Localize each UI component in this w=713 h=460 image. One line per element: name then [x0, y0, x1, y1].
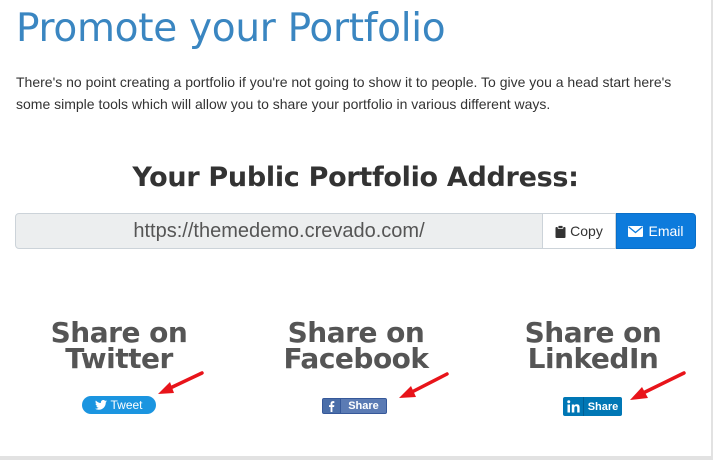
red-arrow-icon	[158, 371, 204, 394]
share-twitter-section: Share on Twitter	[1, 319, 237, 375]
facebook-share-label: Share	[341, 399, 386, 413]
portfolio-url-field[interactable]	[15, 213, 543, 249]
share-facebook-section: Share on Facebook	[238, 319, 474, 375]
envelope-icon	[628, 225, 644, 237]
share-twitter-title-line2: Twitter	[65, 342, 173, 375]
address-heading: Your Public Portfolio Address:	[132, 162, 579, 193]
share-facebook-title-line2: Facebook	[283, 342, 429, 375]
tweet-button[interactable]: Tweet	[82, 396, 156, 414]
linkedin-share-label: Share	[587, 400, 619, 413]
red-arrow-icon	[399, 372, 449, 398]
share-facebook-title: Share on Facebook	[238, 319, 474, 375]
share-linkedin-section: Share on LinkedIn	[475, 319, 711, 373]
share-linkedin-title: Share on LinkedIn	[475, 319, 711, 373]
facebook-share-button[interactable]: Share	[322, 398, 387, 414]
facebook-f-icon	[323, 399, 341, 413]
twitter-bird-icon	[95, 400, 108, 410]
linkedin-in-icon	[563, 397, 584, 416]
email-button[interactable]: Email	[616, 213, 696, 249]
red-arrow-icon	[630, 371, 686, 400]
linkedin-share-button[interactable]: Share	[563, 397, 622, 416]
address-input-group: Copy Email	[15, 213, 696, 249]
promote-card: Promote your Portfolio There's no point …	[0, 0, 713, 460]
email-button-label: Email	[648, 223, 684, 239]
page-title: Promote your Portfolio	[16, 6, 446, 51]
copy-button-label: Copy	[570, 223, 603, 239]
intro-text: There's no point creating a portfolio if…	[16, 74, 672, 112]
copy-button[interactable]: Copy	[543, 213, 616, 249]
share-twitter-title: Share on Twitter	[1, 319, 237, 375]
tweet-button-label: Tweet	[110, 398, 143, 412]
clipboard-icon	[555, 224, 566, 238]
